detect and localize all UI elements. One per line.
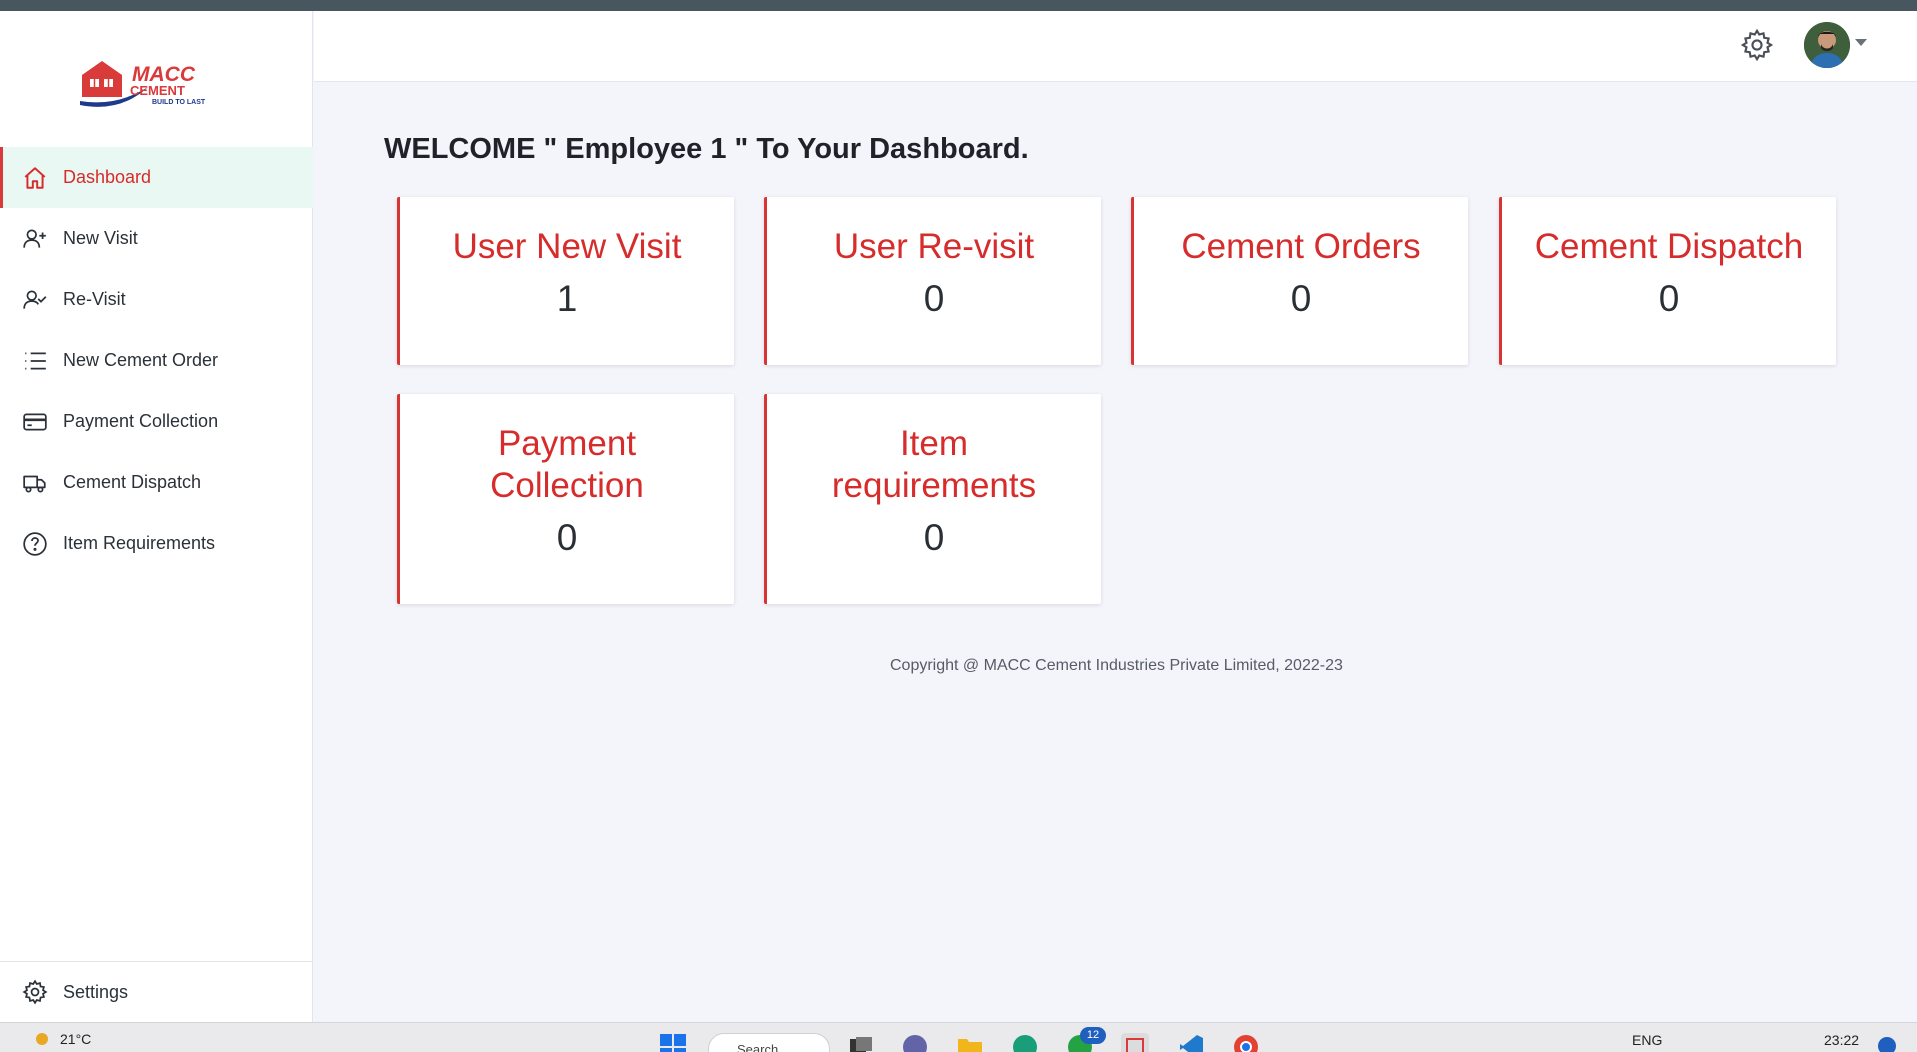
stat-card-item-requirements[interactable]: Item requirements 0 <box>764 394 1101 604</box>
top-header <box>314 11 1917 82</box>
clock[interactable]: 23:22 <box>1824 1032 1859 1048</box>
sidebar-item-dashboard[interactable]: Dashboard <box>0 147 313 208</box>
weather-temp: 21°C <box>60 1031 92 1047</box>
stat-card-user-re-visit[interactable]: User Re-visit 0 <box>764 197 1101 365</box>
vscode-icon[interactable] <box>1177 1033 1205 1052</box>
sidebar-item-item-requirements[interactable]: Item Requirements <box>0 513 313 574</box>
card-value: 0 <box>1290 278 1312 319</box>
help-circle-icon <box>22 531 48 557</box>
notification-center-icon[interactable] <box>1878 1037 1896 1052</box>
user-plus-icon <box>22 226 48 252</box>
gear-icon <box>22 979 48 1005</box>
macc-logo-graphic: MACC CEMENT BUILD TO LAST <box>80 61 206 107</box>
file-explorer-icon[interactable] <box>956 1033 984 1052</box>
chevron-down-icon[interactable] <box>1855 39 1867 46</box>
task-view-icon[interactable] <box>847 1033 875 1052</box>
sidebar-item-label: Payment Collection <box>63 411 219 431</box>
snipping-tool-icon[interactable] <box>1121 1033 1149 1052</box>
sidebar-item-label: Re-Visit <box>63 289 126 309</box>
credit-card-icon <box>22 409 48 435</box>
page-title: WELCOME " Employee 1 " To Your Dashboard… <box>384 133 1029 165</box>
card-value: 1 <box>556 278 578 319</box>
svg-text:BUILD TO LAST: BUILD TO LAST <box>152 99 206 106</box>
stat-card-user-new-visit[interactable]: User New Visit 1 <box>397 197 734 365</box>
card-title: User New Visit <box>452 227 682 266</box>
home-icon <box>22 165 48 191</box>
card-value: 0 <box>556 517 578 558</box>
card-value: 0 <box>1658 278 1680 319</box>
card-value: 0 <box>923 278 945 319</box>
sidebar-item-new-cement-order[interactable]: New Cement Order <box>0 330 313 391</box>
sidebar-item-label: Settings <box>63 981 129 1002</box>
window-top-strip <box>0 0 1917 11</box>
sidebar-item-new-visit[interactable]: New Visit <box>0 208 313 269</box>
chrome-icon[interactable] <box>1232 1033 1260 1052</box>
taskbar-search-label: Search <box>737 1042 779 1052</box>
svg-text:CEMENT: CEMENT <box>130 83 185 98</box>
os-taskbar: 21°C Search 12 ENG 23:22 <box>0 1022 1917 1052</box>
weather-widget[interactable]: 21°C <box>36 1031 91 1047</box>
teams-icon[interactable] <box>901 1033 929 1052</box>
settings-gear-icon[interactable] <box>1740 28 1774 62</box>
taskbar-search[interactable]: Search <box>708 1033 830 1052</box>
stat-card-payment-collection[interactable]: Payment Collection 0 <box>397 394 734 604</box>
sidebar-item-payment-collection[interactable]: Payment Collection <box>0 391 313 452</box>
sidebar-item-settings[interactable]: Settings <box>0 961 313 1022</box>
sidebar: MACC CEMENT BUILD TO LAST Dashboard New … <box>0 11 313 1022</box>
avatar-image <box>1804 22 1850 68</box>
sidebar-item-label: Cement Dispatch <box>63 472 202 492</box>
language-indicator[interactable]: ENG <box>1632 1032 1662 1048</box>
card-title: Cement Orders <box>1181 227 1421 266</box>
macc-logo[interactable]: MACC CEMENT BUILD TO LAST <box>76 53 222 115</box>
windows-start-icon[interactable] <box>659 1033 687 1052</box>
sidebar-nav: Dashboard New Visit Re-Visit New Cement … <box>0 147 313 574</box>
stat-card-cement-orders[interactable]: Cement Orders 0 <box>1131 197 1468 365</box>
sidebar-item-label: Dashboard <box>63 167 152 187</box>
card-title: Payment Collection <box>490 424 644 505</box>
list-icon <box>22 348 48 374</box>
moon-icon <box>36 1033 48 1045</box>
card-value: 0 <box>923 517 945 558</box>
sidebar-item-re-visit[interactable]: Re-Visit <box>0 269 313 330</box>
sidebar-item-label: New Visit <box>63 228 138 248</box>
card-title: Cement Dispatch <box>1534 227 1804 266</box>
user-check-icon <box>22 287 48 313</box>
card-title: Item requirements <box>831 424 1037 505</box>
stat-card-cement-dispatch[interactable]: Cement Dispatch 0 <box>1499 197 1836 365</box>
sidebar-item-label: New Cement Order <box>63 350 219 370</box>
sidebar-item-label: Item Requirements <box>63 533 216 553</box>
user-avatar[interactable] <box>1804 22 1850 68</box>
sidebar-item-cement-dispatch[interactable]: Cement Dispatch <box>0 452 313 513</box>
edge-browser-icon[interactable] <box>1011 1033 1039 1052</box>
notification-badge: 12 <box>1080 1027 1106 1044</box>
copyright-text: Copyright @ MACC Cement Industries Priva… <box>890 657 1343 674</box>
truck-icon <box>22 470 48 496</box>
card-title: User Re-visit <box>833 227 1035 266</box>
